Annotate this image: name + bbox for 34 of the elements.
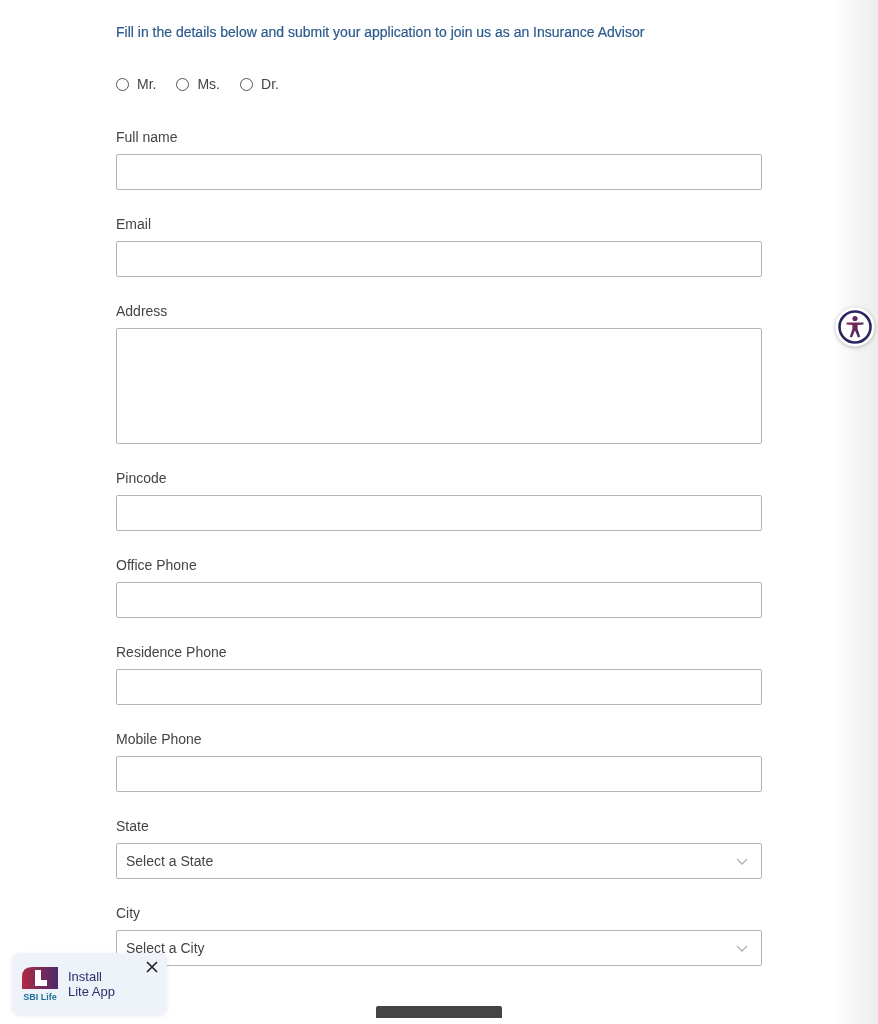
field-label: State	[116, 818, 149, 835]
radio-button[interactable]	[176, 78, 190, 91]
field-label: Office Phone	[116, 557, 197, 574]
radio-label[interactable]: Ms.	[197, 76, 220, 93]
chevron-icon	[736, 944, 748, 952]
close-icon	[146, 961, 158, 973]
radio-button[interactable]	[240, 78, 253, 91]
text-area[interactable]	[116, 328, 762, 444]
input-field[interactable]	[116, 495, 762, 531]
field-label: Mobile Phone	[116, 731, 202, 748]
field-label: Residence Phone	[116, 644, 227, 661]
radio-label[interactable]: Dr.	[261, 76, 279, 93]
field-label: Pincode	[116, 470, 167, 487]
chevron-icon	[736, 857, 748, 865]
close-button[interactable]	[146, 961, 158, 973]
select-field[interactable]: Select a State	[116, 843, 762, 879]
install-banner[interactable]: SBI Life Install Lite App	[12, 953, 167, 1015]
radio-button[interactable]	[116, 78, 129, 91]
intro-text: Fill in the details below and submit your application to join us as an Insurance Advisor	[116, 24, 646, 41]
input-field[interactable]	[116, 582, 762, 618]
input-field[interactable]	[116, 669, 762, 705]
field-label: Full name	[116, 129, 178, 146]
app-logo-icon	[22, 966, 58, 989]
field-label: City	[116, 905, 141, 922]
field-label: Address	[116, 303, 168, 320]
field-label: Email	[116, 216, 151, 233]
input-field[interactable]	[116, 154, 762, 190]
input-field[interactable]	[116, 241, 762, 277]
accessibility-icon[interactable]	[835, 307, 875, 347]
brand-caption: SBI Life	[23, 991, 57, 1002]
input-field[interactable]	[116, 756, 762, 792]
select-field[interactable]: Select a City	[116, 930, 762, 966]
install-text[interactable]: Install Lite App	[68, 969, 124, 999]
radio-label[interactable]: Mr.	[137, 76, 157, 93]
